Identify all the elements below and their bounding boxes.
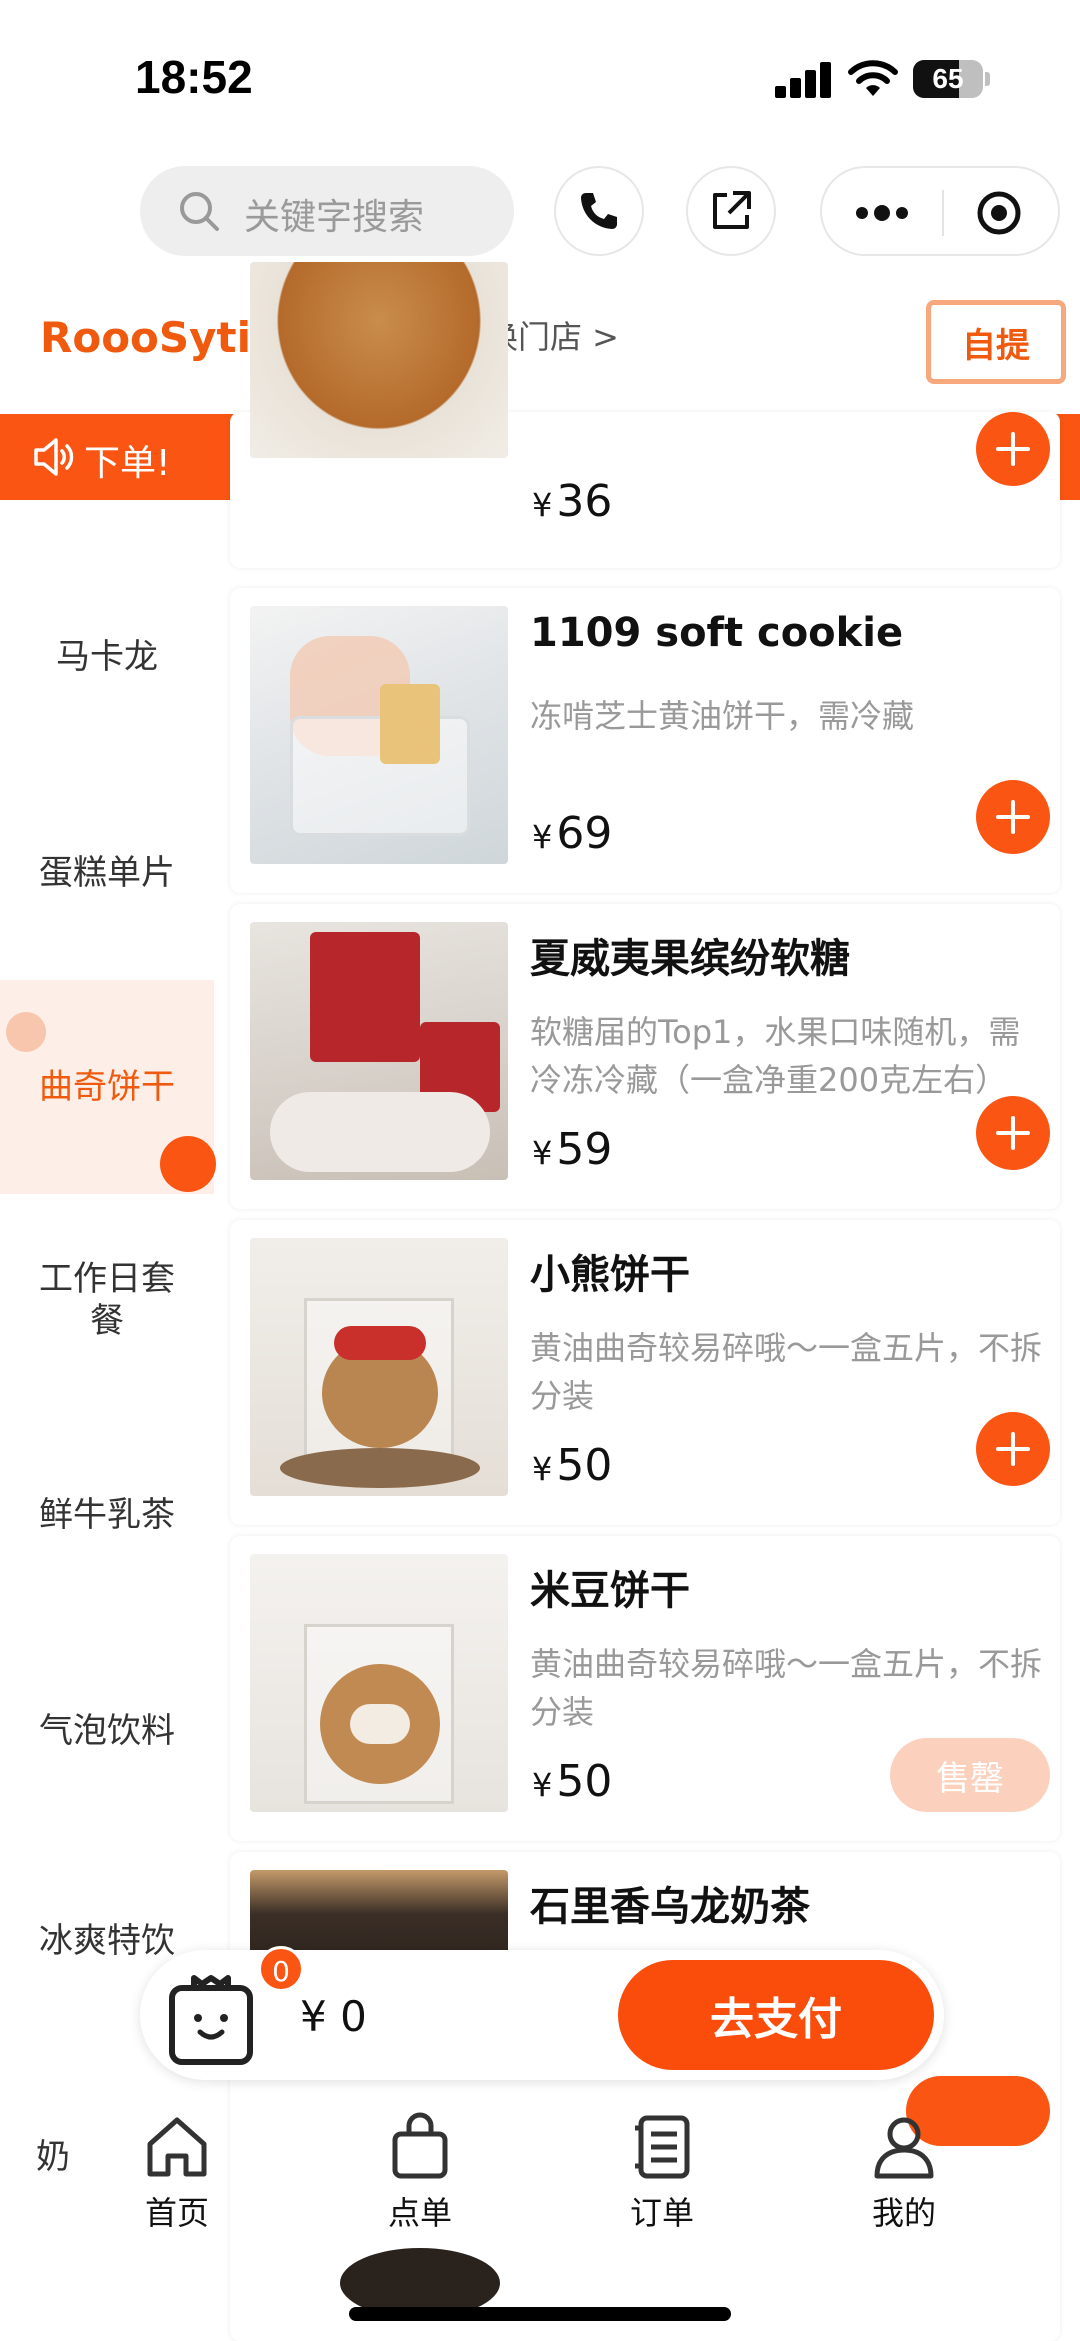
notice-text: 下单! xyxy=(84,443,171,484)
tab-me[interactable]: 我的 xyxy=(824,2102,984,2234)
category-label: 蛋糕单片 xyxy=(39,853,175,893)
search-placeholder: 关键字搜索 xyxy=(244,197,425,238)
product-description: 冻啃芝士黄油饼干，需冷藏 xyxy=(530,697,915,735)
tab-label: 订单 xyxy=(629,2194,694,2232)
product-card[interactable]: 夏威夷果缤纷软糖 软糖届的Top1，水果口味随机，需冷冻冷藏（一盒净重200克左… xyxy=(230,904,1060,1209)
product-price: ¥69 xyxy=(532,808,613,859)
product-name: 1109 soft cookie xyxy=(530,610,904,656)
bag-icon xyxy=(392,2112,448,2179)
sold-out-button: 售罄 xyxy=(890,1738,1050,1812)
add-to-cart-button[interactable] xyxy=(976,1412,1050,1486)
product-name: 石里香乌龙奶茶 xyxy=(530,1884,810,1930)
phone-button[interactable] xyxy=(554,166,644,256)
plus-icon xyxy=(996,1432,1030,1466)
product-price: ¥50 xyxy=(532,1756,613,1807)
add-to-cart-button[interactable] xyxy=(976,780,1050,854)
product-description: 黄油曲奇较易碎哦～一盒五片，不拆分装 xyxy=(530,1645,1043,1731)
signal-icon xyxy=(775,62,833,98)
tab-label: 我的 xyxy=(871,2194,936,2232)
speaker-icon xyxy=(34,438,74,476)
tab-label: 首页 xyxy=(144,2194,209,2232)
tab-orders[interactable]: 订单 xyxy=(582,2102,742,2234)
home-icon xyxy=(147,2117,207,2177)
category-label: 气泡饮料 xyxy=(39,1711,175,1751)
checkout-button[interactable]: 去支付 xyxy=(618,1960,934,2070)
category-label: 冰爽特饮 xyxy=(39,1921,175,1961)
category-label: 鲜牛乳茶 xyxy=(39,1495,175,1535)
product-name: 小熊饼干 xyxy=(530,1252,690,1298)
category-fresh-milk-tea[interactable]: 鲜牛乳茶 xyxy=(0,1494,214,1536)
cart-total: ¥ 0 xyxy=(300,1992,367,2041)
product-price: ¥36 xyxy=(532,476,613,527)
share-button[interactable] xyxy=(686,166,776,256)
category-weekday-set[interactable]: 工作日套 餐 xyxy=(0,1258,214,1342)
phone-icon xyxy=(581,193,617,229)
tab-bar: 首页 点单 订单 我的 xyxy=(0,2102,1080,2252)
status-bar: 18:52 65 xyxy=(0,0,1080,150)
category-sparkling-drinks[interactable]: 气泡饮料 xyxy=(0,1710,214,1752)
category-cookies[interactable]: 曲奇饼干 xyxy=(0,980,216,1194)
product-name: 夏威夷果缤纷软糖 xyxy=(530,936,850,982)
cart-count-badge: 0 xyxy=(258,1946,304,1992)
product-price: ¥59 xyxy=(532,1124,613,1175)
category-macaron[interactable]: 马卡龙 xyxy=(0,636,214,678)
tab-home[interactable]: 首页 xyxy=(97,2102,257,2234)
product-description: 软糖届的Top1，水果口味随机，需冷冻冷藏（一盒净重200克左右） xyxy=(530,1013,1021,1099)
battery-level: 65 xyxy=(932,63,964,94)
decor-dot xyxy=(160,1136,216,1192)
checkout-label: 去支付 xyxy=(710,1994,842,2045)
product-name: 米豆饼干 xyxy=(530,1568,690,1614)
product-image xyxy=(250,1238,508,1496)
close-miniapp-icon[interactable] xyxy=(976,190,1022,236)
product-image xyxy=(250,606,508,864)
wifi-icon xyxy=(848,60,898,96)
product-image xyxy=(250,922,508,1180)
category-label: 工作日套 餐 xyxy=(39,1259,175,1341)
miniapp-capsule xyxy=(820,166,1060,256)
cart-icon[interactable] xyxy=(166,1972,256,2068)
plus-icon xyxy=(996,432,1030,466)
product-price: ¥50 xyxy=(532,1440,613,1491)
category-cake-slice[interactable]: 蛋糕单片 xyxy=(0,852,214,894)
user-icon xyxy=(874,2117,934,2179)
home-indicator[interactable] xyxy=(349,2307,731,2321)
product-card[interactable]: 1109 soft cookie 冻啃芝士黄油饼干，需冷藏 ¥69 xyxy=(230,588,1060,893)
product-image xyxy=(250,262,508,458)
plus-icon xyxy=(996,1116,1030,1150)
sold-out-label: 售罄 xyxy=(936,1758,1004,1799)
product-image xyxy=(250,1554,508,1812)
add-to-cart-button[interactable] xyxy=(976,412,1050,486)
product-card[interactable]: 小熊饼干 黄油曲奇较易碎哦～一盒五片，不拆分装 ¥50 xyxy=(230,1220,1060,1525)
status-time: 18:52 xyxy=(135,51,253,103)
cart-bar: 0 ¥ 0 去支付 xyxy=(140,1946,944,2080)
search-icon xyxy=(180,192,219,231)
product-description: 黄油曲奇较易碎哦～一盒五片，不拆分装 xyxy=(530,1329,1043,1415)
battery-icon: 65 xyxy=(913,60,983,98)
list-icon xyxy=(635,2115,690,2179)
pickup-label: 自提 xyxy=(962,325,1030,366)
plus-icon xyxy=(996,800,1030,834)
product-card[interactable]: ¥36 xyxy=(230,262,1060,568)
tab-order[interactable]: 点单 xyxy=(340,2102,500,2234)
tab-label: 点单 xyxy=(387,2194,452,2232)
pickup-button[interactable]: 自提 xyxy=(926,300,1066,384)
share-icon xyxy=(713,191,751,229)
category-label: 马卡龙 xyxy=(56,637,158,677)
product-card[interactable]: 米豆饼干 黄油曲奇较易碎哦～一盒五片，不拆分装 ¥50 售罄 xyxy=(230,1536,1060,1841)
add-to-cart-button[interactable] xyxy=(976,1096,1050,1170)
more-icon[interactable] xyxy=(854,198,910,228)
search-input[interactable]: 关键字搜索 xyxy=(140,166,514,256)
decor-dot xyxy=(6,1012,46,1052)
category-label: 曲奇饼干 xyxy=(39,1067,175,1107)
